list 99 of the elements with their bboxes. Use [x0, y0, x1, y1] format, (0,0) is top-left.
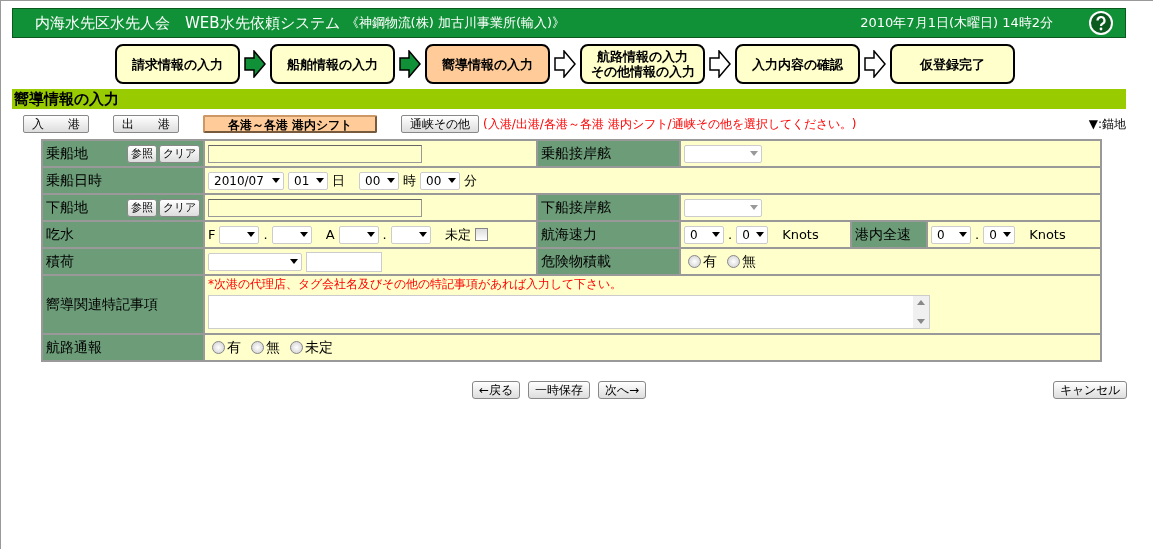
unit-label: 日	[332, 171, 345, 190]
up-icon	[917, 300, 925, 305]
dropdown[interactable]: 0	[736, 225, 769, 244]
label-cell: 嚮導関連特記事項	[42, 275, 204, 334]
step-button[interactable]: 仮登録完了	[890, 44, 1015, 84]
text-field[interactable]	[208, 144, 422, 163]
dropdown[interactable]: 2010/07	[208, 171, 284, 190]
action-button[interactable]: 次へ→	[598, 381, 647, 399]
hint-text: *次港の代理店、タグ会社名及びその他の特記事項があれば入力して下さい。	[208, 276, 623, 293]
caret-icon	[448, 178, 456, 183]
caret-icon	[366, 232, 375, 237]
dropdown[interactable]	[390, 225, 431, 244]
small-button[interactable]: 参照	[127, 198, 157, 217]
caret-icon	[316, 178, 324, 183]
caret-icon	[387, 178, 395, 183]
dropdown[interactable]: 00	[420, 171, 460, 190]
field-label: 未定	[444, 225, 471, 244]
separator-text: .	[975, 227, 980, 242]
cancel-button[interactable]: キャンセル	[1053, 381, 1127, 399]
caret-icon	[959, 232, 967, 237]
mode-button[interactable]: 出 港	[113, 115, 179, 133]
option-label: 無	[742, 252, 756, 271]
radio-option[interactable]: 無	[251, 338, 280, 357]
current-datetime: 2010年7月1日(木曜日) 14時2分	[860, 14, 1053, 32]
step-button[interactable]: 船舶情報の入力	[270, 44, 395, 84]
label-cell: 吃水	[42, 221, 204, 248]
step-button[interactable]: 請求情報の入力	[115, 44, 240, 84]
radio-button[interactable]	[290, 341, 303, 354]
caret-icon	[750, 205, 758, 210]
app-title: 内海水先区水先人会 WEB水先依頼システム	[35, 13, 340, 33]
small-button[interactable]: クリア	[159, 198, 200, 217]
step-button[interactable]: 嚮導情報の入力	[425, 44, 550, 84]
radio-button[interactable]	[688, 255, 701, 268]
office-name: 《神鋼物流(株) 加古川事業所(輸入)》	[345, 14, 566, 32]
action-button[interactable]: ←戻る	[472, 381, 521, 399]
dropdown[interactable]: 01	[288, 171, 328, 190]
option-label: 有	[703, 252, 717, 271]
radio-option[interactable]: 無	[727, 252, 756, 271]
caret-icon	[756, 232, 765, 237]
dropdown[interactable]	[219, 225, 260, 244]
label-cell: 港内全速	[851, 221, 927, 248]
dropdown[interactable]	[271, 225, 312, 244]
section-title: 嚮導情報の入力	[12, 89, 1126, 109]
caret-icon	[272, 178, 280, 183]
unit-label: Knots	[1029, 227, 1066, 242]
dropdown[interactable]: 0	[931, 225, 971, 244]
separator-text: .	[382, 227, 387, 242]
field-label: F	[208, 227, 216, 242]
step-button[interactable]: 航路情報の入力 その他情報の入力	[580, 44, 705, 84]
radio-option[interactable]: 未定	[290, 338, 333, 357]
caret-icon	[290, 259, 298, 264]
instruction-text: (入港/出港/各港～各港 港内シフト/通峡その他を選択してください。)	[483, 115, 857, 133]
radio-button[interactable]	[212, 341, 225, 354]
caret-icon	[247, 232, 256, 237]
field-label: 下船地	[46, 198, 88, 217]
step-button[interactable]: 入力内容の確認	[735, 44, 860, 84]
scrollbar[interactable]	[913, 296, 929, 328]
label-cell: 航海速力	[537, 221, 680, 248]
separator-text: .	[728, 227, 733, 242]
text-area[interactable]	[208, 295, 930, 329]
label-cell: 積荷	[42, 248, 204, 275]
unit-label: Knots	[782, 227, 819, 242]
small-button[interactable]: クリア	[159, 144, 200, 163]
mode-button[interactable]: 各港～各港 港内シフト	[203, 115, 377, 133]
help-icon[interactable]	[1089, 11, 1113, 35]
radio-button[interactable]	[251, 341, 264, 354]
separator-text: .	[263, 227, 268, 242]
option-label: 無	[266, 338, 280, 357]
unit-label: 時	[403, 171, 416, 190]
caret-icon	[750, 151, 758, 156]
caret-icon	[418, 232, 427, 237]
field-label: A	[325, 227, 335, 242]
down-icon	[917, 319, 925, 324]
label-cell: 乗船日時	[42, 167, 204, 194]
dropdown[interactable]: 00	[359, 171, 399, 190]
small-button[interactable]: 参照	[127, 144, 157, 163]
caret-icon	[299, 232, 308, 237]
field-label: 乗船地	[46, 144, 88, 163]
unit-label: 分	[464, 171, 477, 190]
legend-text: ▼:錨地	[1088, 115, 1126, 133]
text-field[interactable]	[208, 198, 422, 217]
option-label: 有	[227, 338, 241, 357]
checkbox[interactable]	[474, 228, 488, 241]
dropdown[interactable]: 0	[983, 225, 1016, 244]
label-cell: 乗船接岸舷	[537, 140, 680, 167]
label-cell: 危険物積載	[537, 248, 680, 275]
mode-button[interactable]: 入 港	[23, 115, 89, 133]
radio-option[interactable]: 有	[688, 252, 717, 271]
option-label: 未定	[305, 338, 333, 357]
mode-button[interactable]: 通峡その他	[401, 115, 479, 133]
caret-icon	[1003, 232, 1012, 237]
dropdown[interactable]	[338, 225, 379, 244]
caret-icon	[712, 232, 720, 237]
radio-option[interactable]: 有	[212, 338, 241, 357]
radio-button[interactable]	[727, 255, 740, 268]
label-cell: 航路通報	[42, 334, 204, 361]
dropdown[interactable]: 0	[684, 225, 724, 244]
action-button[interactable]: 一時保存	[528, 381, 591, 399]
label-cell: 下船接岸舷	[537, 194, 680, 221]
